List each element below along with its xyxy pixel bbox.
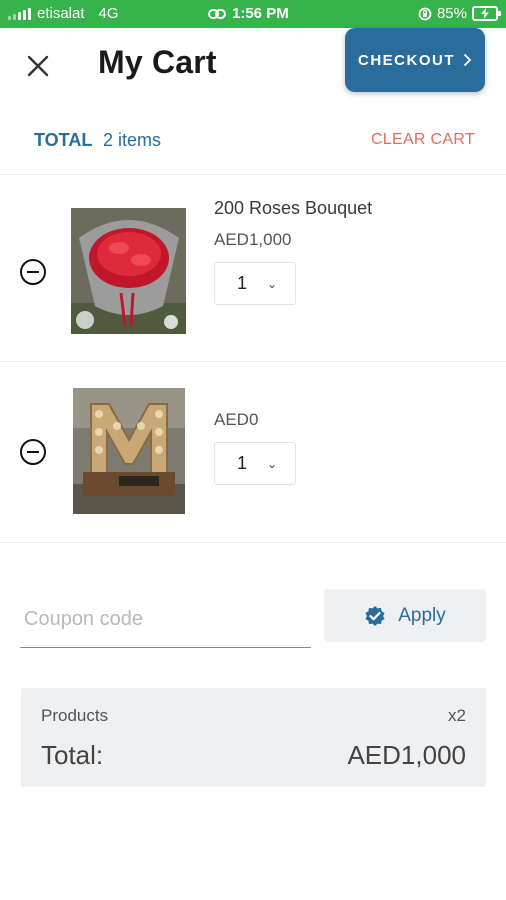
battery-percent: 85%	[436, 5, 467, 22]
product-image[interactable]	[71, 208, 186, 334]
cart-item: AED0 1 ⌄	[0, 362, 506, 542]
apply-coupon-button[interactable]: Apply	[324, 589, 486, 642]
minus-icon	[27, 270, 39, 274]
clear-cart-button[interactable]: CLEAR CART	[371, 131, 475, 149]
apply-label: Apply	[398, 604, 446, 626]
divider	[0, 542, 506, 543]
cart-summary-bar: TOTAL 2 items CLEAR CART	[0, 128, 506, 154]
quantity-select[interactable]: 1 ⌄	[214, 442, 296, 485]
quantity-value: 1	[237, 453, 248, 473]
order-summary-panel: Products x2 Total: AED1,000	[21, 688, 486, 787]
coupon-code-input[interactable]	[20, 592, 311, 648]
item-count: 2 items	[103, 130, 162, 150]
total-label: Total:	[41, 740, 104, 770]
chevron-down-icon: ⌄	[267, 456, 278, 471]
link-icon	[208, 8, 226, 19]
verified-badge-icon	[365, 605, 385, 626]
close-button[interactable]	[22, 50, 54, 82]
signal-icon	[8, 7, 31, 20]
products-count: x2	[448, 706, 466, 725]
minus-icon	[27, 450, 39, 454]
carrier-name: etisalat	[37, 5, 85, 22]
products-label: Products	[41, 706, 109, 725]
cart-item: 200 Roses Bouquet AED1,000 1 ⌄	[0, 182, 506, 362]
total-label: TOTAL	[34, 130, 93, 150]
product-price: AED1,000	[214, 230, 292, 249]
checkout-label: CHECKOUT	[358, 51, 455, 69]
close-icon	[27, 55, 49, 77]
divider	[0, 174, 506, 175]
checkout-button[interactable]: CHECKOUT	[345, 28, 485, 92]
quantity-select[interactable]: 1 ⌄	[214, 262, 296, 305]
chevron-right-icon	[463, 53, 472, 67]
status-bar: etisalat 4G 1:56 PM 85%	[0, 0, 506, 28]
product-price: AED0	[214, 410, 259, 429]
total-value: AED1,000	[347, 740, 466, 770]
chevron-down-icon: ⌄	[267, 276, 278, 291]
product-image[interactable]	[73, 388, 185, 514]
battery-charging-icon	[472, 6, 501, 21]
network-type: 4G	[98, 5, 119, 22]
page-title: My Cart	[98, 44, 217, 80]
orientation-lock-icon	[418, 7, 432, 20]
remove-item-button[interactable]	[20, 259, 46, 285]
remove-item-button[interactable]	[20, 439, 46, 465]
product-name[interactable]: 200 Roses Bouquet	[214, 198, 372, 219]
clock: 1:56 PM	[232, 5, 289, 22]
quantity-value: 1	[237, 273, 248, 293]
